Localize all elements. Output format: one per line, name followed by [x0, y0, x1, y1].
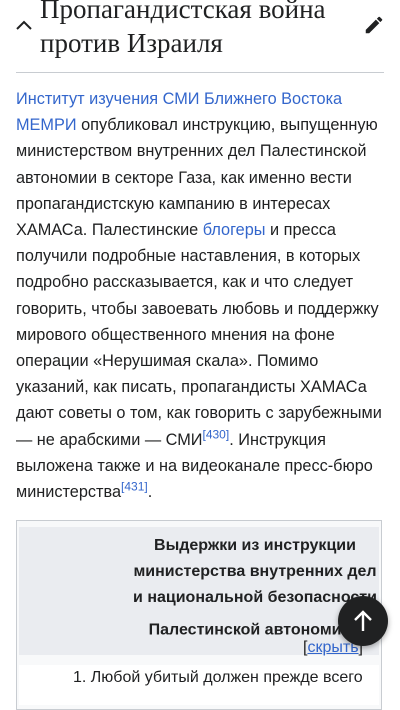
list-item: 1. Любой убитый должен прежде всего — [73, 669, 363, 686]
section-title: Пропагандистская война против Израиля — [40, 0, 326, 58]
pencil-icon[interactable] — [363, 14, 385, 36]
reference-431[interactable]: [431] — [121, 480, 148, 494]
arrow-up-icon — [354, 610, 372, 631]
section-divider — [16, 72, 384, 73]
article-text-4: . — [147, 483, 153, 502]
article-paragraph: Институт изучения СМИ Ближнего Востока М… — [16, 86, 386, 505]
quote-box: Выдержки из инструкции министерства внут… — [16, 520, 382, 710]
quote-list: 1. Любой убитый должен прежде всего — [19, 665, 379, 705]
article-text-2: и пресса получили подробные наставления,… — [16, 221, 382, 449]
reference-430[interactable]: [430] — [203, 427, 230, 441]
chevron-up-icon[interactable] — [14, 16, 34, 36]
section-header[interactable]: Пропагандистская война против Израиля — [0, 0, 400, 72]
bloggers-link[interactable]: блогеры — [203, 221, 266, 239]
scroll-to-top-button[interactable] — [338, 596, 388, 646]
